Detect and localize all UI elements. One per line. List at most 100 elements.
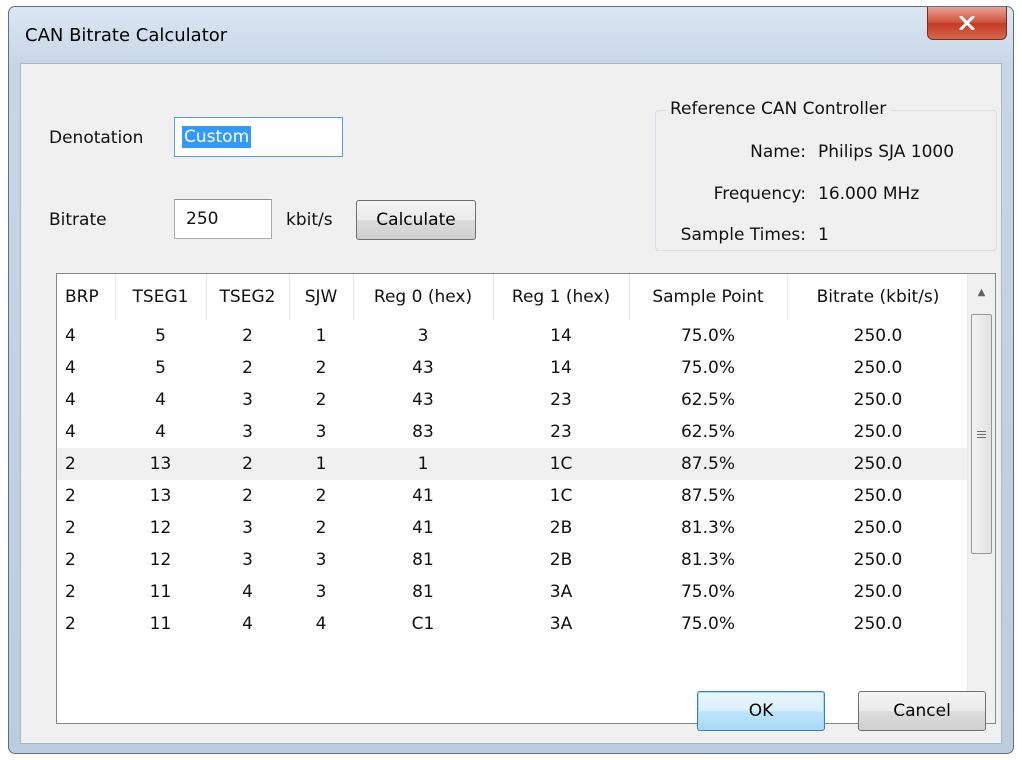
table-row[interactable]: 2 13 2 1 1 1C 87.5% 250.0 bbox=[57, 448, 969, 480]
table-cell: 2B bbox=[549, 550, 573, 570]
table-cell: 3A bbox=[549, 614, 573, 634]
table-cell: 1C bbox=[549, 486, 573, 506]
table-cell: 81 bbox=[412, 550, 434, 570]
table-row[interactable]: 4 5 2 1 3 14 75.0% 250.0 bbox=[57, 320, 969, 352]
cancel-button[interactable]: Cancel bbox=[858, 691, 986, 731]
table-cell: 12 bbox=[149, 550, 172, 570]
table-header-row: BRP TSEG1 TSEG2 SJW Reg 0 (hex) Reg 1 (hex) Sa… bbox=[57, 274, 970, 320]
table-row[interactable]: 4 5 2 2 43 14 75.0% 250.0 bbox=[57, 352, 969, 384]
table-cell: 3 bbox=[315, 422, 327, 442]
table-cell: 2 bbox=[242, 326, 253, 346]
bitrate-value: 250 bbox=[186, 209, 219, 229]
close-icon bbox=[959, 16, 975, 30]
table-cell: 2 bbox=[242, 358, 253, 378]
column-header[interactable]: TSEG2 bbox=[206, 274, 290, 320]
table-cell: 3 bbox=[417, 326, 429, 346]
bitrate-table[interactable]: BRP TSEG1 TSEG2 SJW Reg 0 (hex) Reg 1 (hex) Sa… bbox=[56, 273, 996, 724]
window-title: CAN Bitrate Calculator bbox=[25, 25, 228, 46]
table-cell: 1C bbox=[493, 448, 629, 480]
column-header[interactable]: Reg 1 (hex) bbox=[493, 274, 630, 320]
sample-times-label: Sample Times: bbox=[680, 225, 806, 245]
vertical-scrollbar[interactable]: ▲ ▼ bbox=[967, 274, 995, 723]
table-cell: 2 bbox=[57, 448, 115, 480]
dialog-client-area: Denotation Custom Bitrate 250 kbit/s Cal… bbox=[20, 63, 1002, 744]
scroll-up-icon: ▲ bbox=[977, 286, 986, 298]
column-header[interactable]: Reg 0 (hex) bbox=[353, 274, 494, 320]
table-cell: 1 bbox=[289, 448, 353, 480]
scroll-thumb[interactable] bbox=[971, 314, 992, 554]
table-cell: 250.0 bbox=[787, 448, 969, 480]
calculate-button[interactable]: Calculate bbox=[356, 200, 476, 240]
column-header[interactable]: Sample Point bbox=[629, 274, 788, 320]
table-cell: 2 bbox=[315, 390, 327, 410]
table-cell: 250.0 bbox=[853, 390, 903, 410]
column-header[interactable]: TSEG1 bbox=[115, 274, 207, 320]
table-cell: 23 bbox=[550, 422, 572, 442]
table-row[interactable]: 4 4 3 2 43 23 62.5% 250.0 bbox=[57, 384, 969, 416]
ok-button[interactable]: OK bbox=[697, 691, 825, 731]
table-cell: 75.0% bbox=[680, 582, 735, 602]
table-cell: 4 bbox=[242, 614, 253, 634]
table-cell: 13 bbox=[115, 448, 206, 480]
table-cell: 2 bbox=[65, 486, 76, 506]
table-cell: 41 bbox=[412, 486, 434, 506]
table-cell: 250.0 bbox=[853, 518, 903, 538]
table-cell: 2 bbox=[315, 486, 327, 506]
table-cell: 2 bbox=[315, 518, 327, 538]
table-row[interactable]: 2 11 4 3 81 3A 75.0% 250.0 bbox=[57, 576, 969, 608]
table-cell: 81 bbox=[412, 582, 434, 602]
table-cell: 250.0 bbox=[853, 486, 903, 506]
table-cell: 250.0 bbox=[853, 326, 903, 346]
bitrate-input[interactable]: 250 bbox=[174, 199, 272, 239]
reference-controller-group: Reference CAN Controller Name: Philips S… bbox=[655, 99, 997, 251]
frequency-label: Frequency: bbox=[713, 184, 806, 204]
denotation-label: Denotation bbox=[49, 128, 144, 148]
table-cell: 23 bbox=[550, 390, 572, 410]
table-cell: 1 bbox=[315, 326, 327, 346]
title-bar[interactable]: CAN Bitrate Calculator bbox=[9, 7, 1013, 63]
table-cell: 3 bbox=[242, 390, 253, 410]
bitrate-unit: kbit/s bbox=[286, 210, 333, 230]
table-cell: 43 bbox=[412, 358, 434, 378]
table-cell: 250.0 bbox=[853, 582, 903, 602]
column-header[interactable]: SJW bbox=[289, 274, 354, 320]
table-cell: 5 bbox=[155, 326, 166, 346]
table-cell: 13 bbox=[149, 486, 172, 506]
scroll-up-button[interactable]: ▲ bbox=[968, 274, 995, 310]
table-cell: 250.0 bbox=[853, 550, 903, 570]
table-row[interactable]: 2 12 3 2 41 2B 81.3% 250.0 bbox=[57, 512, 969, 544]
table-cell: 75.0% bbox=[680, 326, 735, 346]
column-header[interactable]: BRP bbox=[57, 274, 116, 320]
table-cell: 43 bbox=[412, 390, 434, 410]
bitrate-label: Bitrate bbox=[49, 210, 107, 230]
table-cell: 4 bbox=[65, 422, 76, 442]
dialog-window: CAN Bitrate Calculator Denotation Custom… bbox=[8, 6, 1014, 754]
table-row[interactable]: 2 12 3 3 81 2B 81.3% 250.0 bbox=[57, 544, 969, 576]
table-cell: 3 bbox=[242, 518, 253, 538]
table-cell: 62.5% bbox=[680, 422, 735, 442]
table-cell: C1 bbox=[411, 614, 435, 634]
denotation-input[interactable]: Custom bbox=[174, 117, 343, 157]
table-cell: 3 bbox=[315, 550, 327, 570]
table-cell: 2 bbox=[206, 448, 289, 480]
table-cell: 83 bbox=[412, 422, 434, 442]
table-cell: 250.0 bbox=[853, 614, 903, 634]
table-cell: 62.5% bbox=[680, 390, 735, 410]
column-header[interactable]: Bitrate (kbit/s) bbox=[787, 274, 970, 320]
table-cell: 75.0% bbox=[680, 614, 735, 634]
table-cell: 12 bbox=[149, 518, 172, 538]
table-row[interactable]: 2 13 2 2 41 1C 87.5% 250.0 bbox=[57, 480, 969, 512]
table-cell: 4 bbox=[242, 582, 253, 602]
close-button[interactable] bbox=[927, 7, 1007, 40]
sample-times-value: 1 bbox=[818, 225, 829, 245]
table-cell: 2 bbox=[65, 518, 76, 538]
table-cell: 14 bbox=[550, 358, 572, 378]
table-row[interactable]: 4 4 3 3 83 23 62.5% 250.0 bbox=[57, 416, 969, 448]
table-cell: 2B bbox=[549, 518, 573, 538]
table-row[interactable]: 2 11 4 4 C1 3A 75.0% 250.0 bbox=[57, 608, 969, 640]
table-cell: 11 bbox=[149, 582, 172, 602]
table-cell: 250.0 bbox=[853, 422, 903, 442]
table-cell: 4 bbox=[65, 390, 76, 410]
table-cell: 2 bbox=[315, 358, 327, 378]
table-cell: 2 bbox=[65, 550, 76, 570]
